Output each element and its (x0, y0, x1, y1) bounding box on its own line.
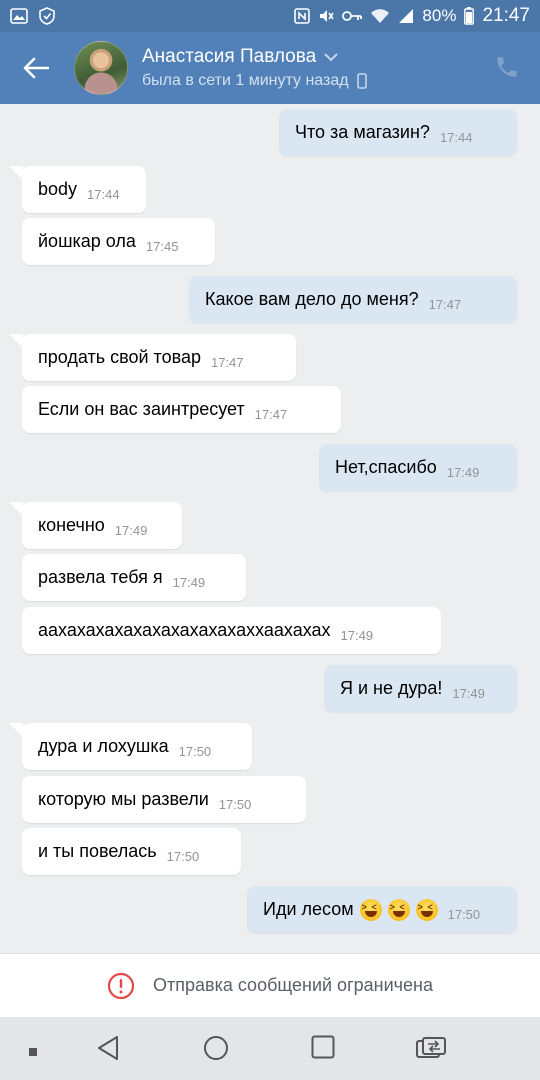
message-time: 17:47 (210, 355, 244, 370)
message-list[interactable]: Что за магазин? 17:44 body 17:44 йошкар … (0, 104, 540, 952)
message-incoming[interactable]: продать свой товар 17:47 (22, 334, 296, 381)
message-text: Я и не дура! (340, 678, 443, 698)
message-text: развела тебя я (38, 567, 163, 587)
message-text: продать свой товар (38, 347, 201, 367)
message-outgoing[interactable]: Я и не дура! 17:49 (324, 665, 517, 712)
contact-name: Анастасия Павлова (142, 46, 317, 67)
clock: 21:47 (482, 5, 530, 26)
message-incoming[interactable]: аахахахахахахахахахахаххаахахах 17:49 (22, 607, 441, 654)
message-time: 17:49 (452, 686, 485, 701)
mobile-phone-icon (356, 73, 367, 89)
android-navigation-bar (0, 1017, 540, 1080)
chevron-down-icon (324, 52, 338, 61)
arrow-left-icon (23, 57, 49, 79)
status-bar: 80% 21:47 (0, 0, 540, 32)
key-icon (342, 9, 363, 23)
back-button[interactable] (0, 32, 72, 104)
message-incoming[interactable]: body 17:44 (22, 166, 146, 213)
message-time: 17:50 (447, 907, 481, 922)
triangle-back-icon (98, 1036, 118, 1060)
message-time: 17:49 (446, 465, 480, 480)
message-outgoing[interactable]: Иди лесом 17:50 (247, 886, 517, 933)
message-text: и ты повелась (38, 841, 157, 861)
message-time: 17:50 (218, 797, 252, 812)
message-text: аахахахахахахахахахахаххаахахах (38, 620, 331, 640)
message-time: 17:50 (178, 744, 212, 759)
message-time: 17:49 (340, 628, 374, 643)
gallery-icon (10, 8, 28, 24)
bubble-tail (9, 502, 23, 516)
message-incoming[interactable]: развела тебя я 17:49 (22, 554, 246, 601)
nfc-icon (294, 8, 311, 24)
circle-home-icon (204, 1036, 228, 1060)
signal-icon (398, 8, 414, 24)
battery-level: 80% (422, 6, 457, 25)
message-outgoing[interactable]: Нет,спасибо 17:49 (319, 444, 517, 491)
chat-header: Анастасия Павлова была в сети 1 минуту н… (0, 32, 540, 104)
message-time: 17:44 (87, 187, 120, 202)
message-outgoing[interactable]: Какое вам дело до меня? 17:47 (189, 276, 517, 323)
nav-dot-button[interactable] (28, 1044, 38, 1062)
message-incoming[interactable]: Если он вас заинтресует 17:47 (22, 386, 341, 433)
laughing-face-icon (415, 898, 438, 921)
message-time: 17:49 (172, 575, 206, 590)
message-text: которую мы развели (38, 789, 209, 809)
message-text: Что за магазин? (295, 122, 430, 142)
phone-icon (497, 57, 517, 77)
nav-back-button[interactable] (96, 1035, 120, 1066)
square-recents-icon (311, 1035, 335, 1059)
nav-recents-button[interactable] (311, 1035, 335, 1064)
mute-icon (318, 8, 335, 24)
message-time: 17:47 (428, 297, 462, 312)
switch-apps-icon (416, 1037, 446, 1058)
wifi-icon (370, 8, 390, 24)
message-text: йошкар ола (38, 231, 136, 251)
laughing-face-icon (387, 898, 410, 921)
bubble-tail (9, 166, 23, 180)
message-time: 17:50 (166, 849, 200, 864)
message-text: Нет,спасибо (335, 457, 437, 477)
message-time: 17:49 (114, 523, 148, 538)
message-incoming[interactable]: которую мы развели 17:50 (22, 776, 306, 823)
contact-last-seen: была в сети 1 минуту назад (142, 72, 349, 89)
bubble-tail (9, 334, 23, 348)
message-incoming[interactable]: конечно 17:49 (22, 502, 182, 549)
battery-icon (464, 7, 475, 25)
message-outgoing[interactable]: Что за магазин? 17:44 (279, 109, 517, 156)
alert-circle-icon (107, 972, 135, 999)
message-text: конечно (38, 515, 105, 535)
message-text: Иди лесом (263, 899, 354, 919)
message-incoming[interactable]: и ты повелась 17:50 (22, 828, 241, 875)
message-incoming[interactable]: дура и лохушка 17:50 (22, 723, 252, 770)
message-text: Если он вас заинтресует (38, 399, 245, 419)
contact-info[interactable]: Анастасия Павлова была в сети 1 минуту н… (142, 46, 367, 90)
shield-check-icon (38, 7, 56, 25)
dot-icon (29, 1048, 37, 1056)
nav-home-button[interactable] (203, 1035, 229, 1066)
message-time: 17:47 (254, 407, 288, 422)
restriction-text: Отправка сообщений ограничена (153, 975, 433, 995)
nav-switch-app-button[interactable] (416, 1035, 446, 1066)
message-time: 17:44 (439, 130, 473, 145)
bubble-tail (9, 723, 23, 737)
message-text: body (38, 179, 78, 199)
messaging-restricted-bar: Отправка сообщений ограничена (0, 953, 540, 1017)
message-time: 17:45 (145, 239, 179, 254)
call-button[interactable] (494, 54, 522, 82)
message-text: Какое вам дело до меня? (205, 289, 419, 309)
avatar[interactable] (74, 41, 128, 95)
message-text: дура и лохушка (38, 736, 169, 756)
message-incoming[interactable]: йошкар ола 17:45 (22, 218, 215, 265)
laughing-face-icon (359, 898, 382, 921)
